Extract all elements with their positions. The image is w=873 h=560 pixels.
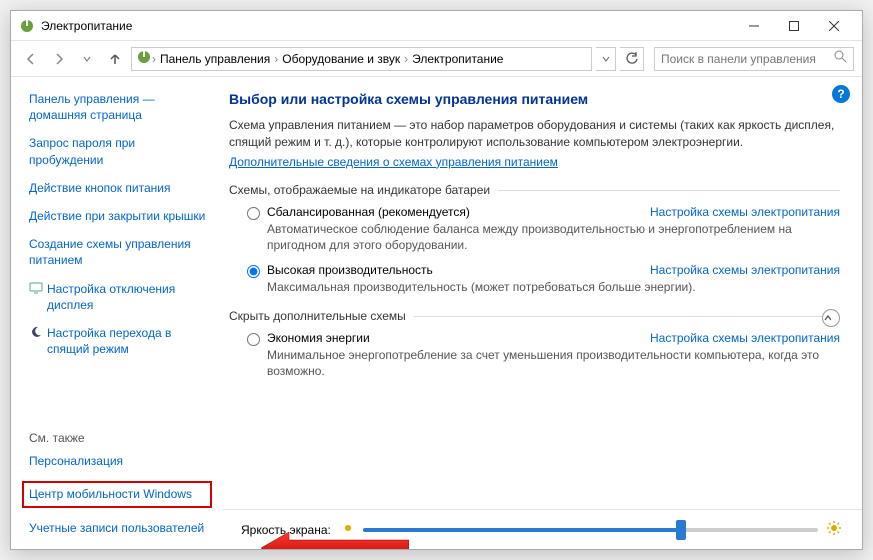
- brightness-slider[interactable]: [363, 528, 818, 532]
- breadcrumb-item[interactable]: Панель управления: [156, 52, 274, 66]
- plan-radio[interactable]: [247, 265, 260, 278]
- plan-description: Минимальное энергопотребление за счет ум…: [267, 347, 840, 379]
- close-button[interactable]: [814, 12, 854, 40]
- highlighted-link-box: Центр мобильности Windows: [22, 481, 212, 507]
- address-bar: › Панель управления › Оборудование и зву…: [11, 41, 862, 77]
- recent-dropdown[interactable]: [75, 47, 99, 71]
- section-extra-plans[interactable]: Скрыть дополнительные схемы: [229, 309, 840, 323]
- window-title: Электропитание: [41, 19, 734, 33]
- brightness-bar: Яркость экрана:: [221, 509, 862, 549]
- display-icon: [29, 281, 43, 298]
- brightness-high-icon: [826, 520, 842, 539]
- content-area: ? Панель управления — домашняя страница …: [11, 77, 862, 549]
- see-also-heading: См. также: [29, 431, 209, 445]
- sidebar-link[interactable]: Действие при закрытии крышки: [29, 208, 205, 224]
- search-icon[interactable]: [833, 49, 847, 68]
- moon-icon: [29, 325, 43, 342]
- plan-name[interactable]: Экономия энергии: [267, 331, 370, 345]
- learn-more-link[interactable]: Дополнительные сведения о схемах управле…: [229, 155, 558, 169]
- breadcrumb-item[interactable]: Оборудование и звук: [278, 52, 404, 66]
- page-heading: Выбор или настройка схемы управления пит…: [229, 91, 840, 107]
- forward-button[interactable]: [47, 47, 71, 71]
- see-also-link-mobility[interactable]: Центр мобильности Windows: [29, 486, 192, 502]
- plan-radio[interactable]: [247, 207, 260, 220]
- main-panel: Выбор или настройка схемы управления пит…: [221, 77, 862, 549]
- plan-settings-link[interactable]: Настройка схемы электропитания: [650, 205, 840, 219]
- up-button[interactable]: [103, 47, 127, 71]
- titlebar: Электропитание: [11, 11, 862, 41]
- app-icon: [19, 18, 35, 34]
- plan-settings-link[interactable]: Настройка схемы электропитания: [650, 263, 840, 277]
- section-battery-plans: Схемы, отображаемые на индикаторе батаре…: [229, 183, 840, 197]
- power-plan-balanced: Сбалансированная (рекомендуется) Настрой…: [247, 205, 840, 253]
- control-panel-window: Электропитание › Панель управления › Обо…: [10, 10, 863, 550]
- breadcrumb[interactable]: › Панель управления › Оборудование и зву…: [131, 47, 592, 71]
- maximize-button[interactable]: [774, 12, 814, 40]
- plan-radio[interactable]: [247, 333, 260, 346]
- breadcrumb-icon: [136, 49, 152, 68]
- see-also-link[interactable]: Персонализация: [29, 453, 123, 469]
- power-plan-high-performance: Высокая производительность Настройка схе…: [247, 263, 840, 295]
- search-box[interactable]: [654, 47, 854, 71]
- sidebar-link[interactable]: Создание схемы управления питанием: [29, 236, 209, 268]
- intro-text: Схема управления питанием — это набор па…: [229, 117, 840, 151]
- plan-settings-link[interactable]: Настройка схемы электропитания: [650, 331, 840, 345]
- see-also-link[interactable]: Учетные записи пользователей: [29, 520, 204, 536]
- breadcrumb-item[interactable]: Электропитание: [408, 52, 507, 66]
- refresh-button[interactable]: [620, 47, 644, 71]
- slider-thumb[interactable]: [676, 520, 686, 540]
- plan-name[interactable]: Высокая производительность: [267, 263, 433, 277]
- brightness-label: Яркость экрана:: [241, 523, 331, 537]
- power-plan-saver: Экономия энергии Настройка схемы электро…: [247, 331, 840, 379]
- minimize-button[interactable]: [734, 12, 774, 40]
- back-button[interactable]: [19, 47, 43, 71]
- plan-description: Автоматическое соблюдение баланса между …: [267, 221, 840, 253]
- sidebar-home-link[interactable]: Панель управления — домашняя страница: [29, 91, 209, 123]
- address-dropdown[interactable]: [596, 47, 616, 71]
- plan-name[interactable]: Сбалансированная (рекомендуется): [267, 205, 470, 219]
- sidebar-link[interactable]: Запрос пароля при пробуждении: [29, 135, 209, 167]
- search-input[interactable]: [661, 52, 833, 66]
- plan-description: Максимальная производительность (может п…: [267, 279, 840, 295]
- sidebar-link[interactable]: Настройка перехода в спящий режим: [47, 325, 209, 357]
- brightness-low-icon: [341, 521, 355, 538]
- sidebar-link[interactable]: Действие кнопок питания: [29, 180, 170, 196]
- sidebar-link[interactable]: Настройка отключения дисплея: [47, 281, 209, 313]
- sidebar: Панель управления — домашняя страница За…: [11, 77, 221, 549]
- collapse-icon[interactable]: [822, 309, 840, 327]
